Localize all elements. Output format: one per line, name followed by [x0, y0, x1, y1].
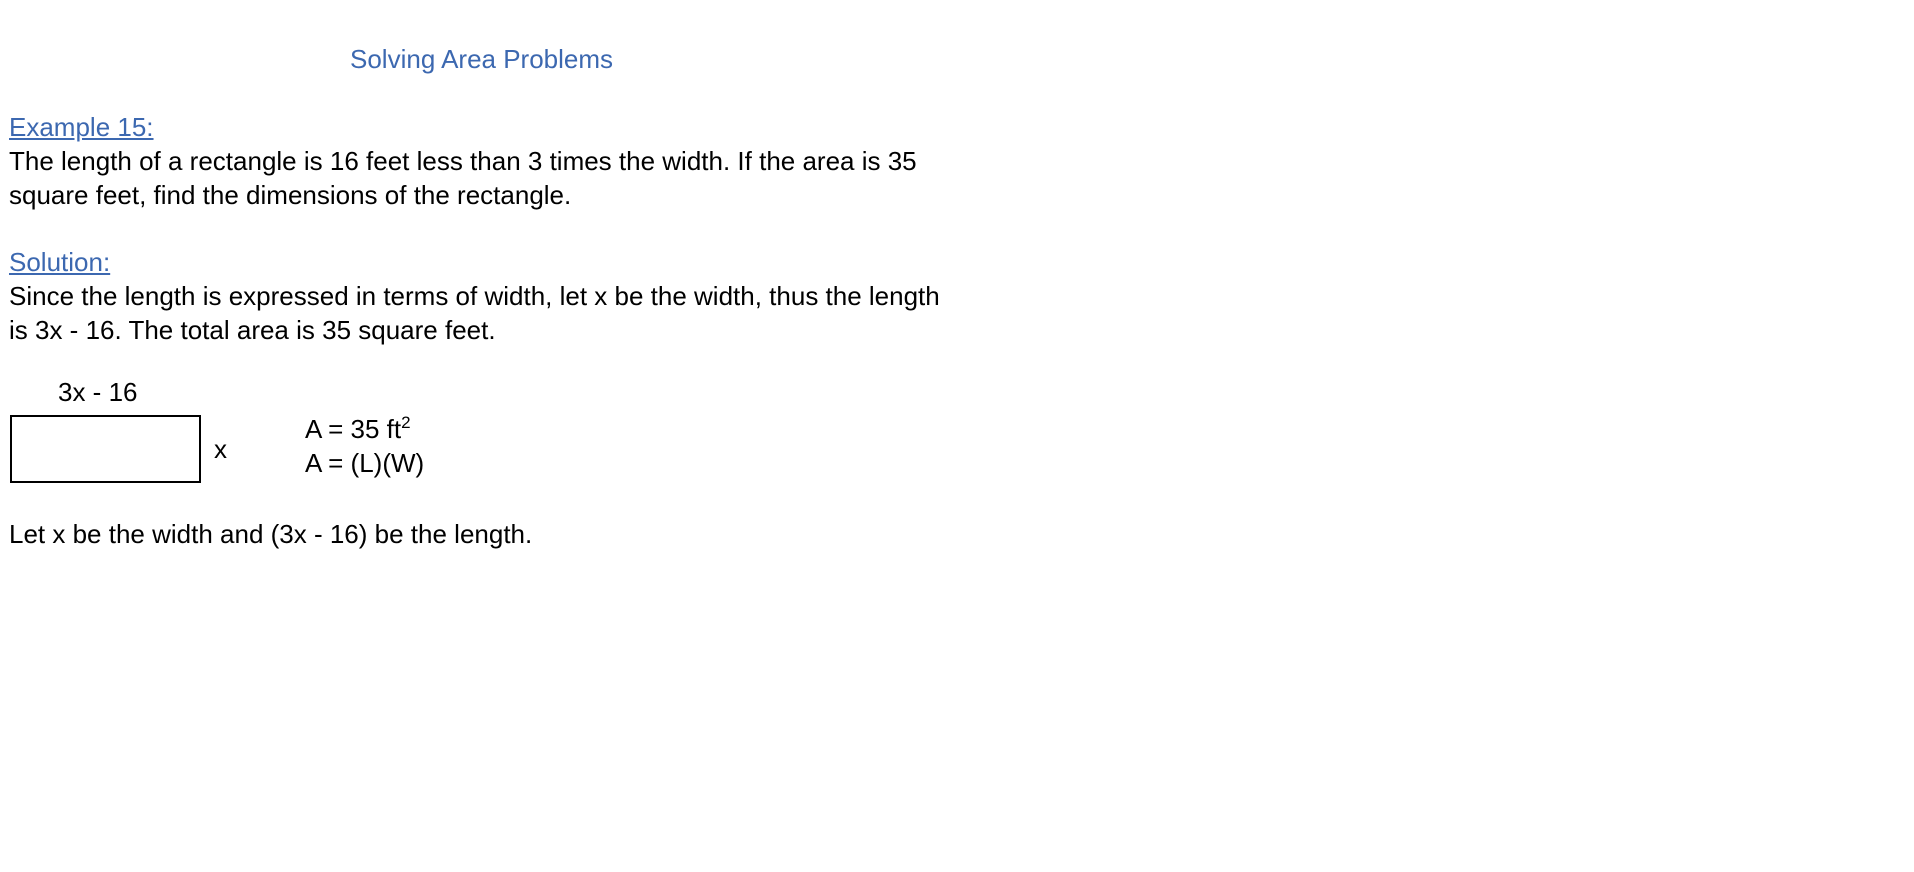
solution-text-line-2: is 3x - 16. The total area is 35 square … — [9, 315, 496, 345]
rectangle-diagram — [10, 415, 201, 483]
example-text-line-2: square feet, find the dimensions of the … — [9, 180, 572, 210]
solution-text-line-1: Since the length is expressed in terms o… — [9, 281, 940, 311]
example-heading: Example 15: — [9, 112, 154, 142]
area-formula: A = (L)(W) — [305, 448, 425, 478]
area-value-text: A = 35 ft — [305, 414, 402, 444]
page-title: Solving Area Problems — [350, 44, 614, 74]
area-value-formula: A = 35 ft2 — [305, 414, 411, 445]
rectangle-length-label: 3x - 16 — [58, 377, 138, 407]
example-text-line-1: The length of a rectangle is 16 feet les… — [9, 146, 917, 176]
rectangle-width-label: x — [214, 434, 227, 464]
area-exponent: 2 — [401, 413, 411, 432]
conclusion-text: Let x be the width and (3x - 16) be the … — [9, 519, 533, 549]
solution-heading: Solution: — [9, 247, 111, 277]
